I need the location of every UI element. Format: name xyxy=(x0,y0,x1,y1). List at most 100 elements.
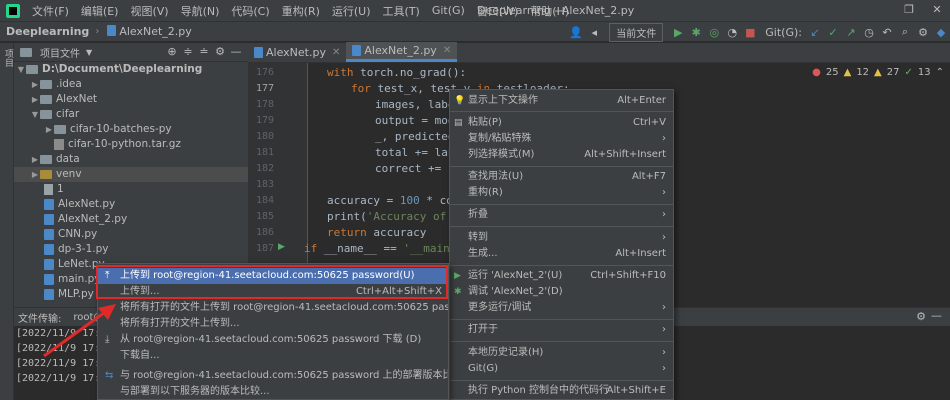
user-icon[interactable]: 👤 xyxy=(567,26,585,39)
menu-run[interactable]: 运行(U) xyxy=(326,3,377,19)
tree-root[interactable]: ▼ D:\Document\Deeplearning xyxy=(14,62,248,77)
chevron-right-icon[interactable]: ▶ xyxy=(44,122,54,137)
tree-item-cnn-py[interactable]: CNN.py xyxy=(14,227,248,242)
tree-item-dp-py[interactable]: dp-3-1.py xyxy=(14,242,248,257)
close-tab-icon[interactable]: ✕ xyxy=(443,45,451,56)
menu-shortcut: Ctrl+V xyxy=(632,117,666,128)
menu-paste[interactable]: ▤ 粘贴(P) Ctrl+V xyxy=(450,115,673,131)
chevron-right-icon[interactable]: ▶ xyxy=(30,77,40,92)
expand-all-icon[interactable]: ≑ xyxy=(180,45,196,58)
menu-folding[interactable]: 折叠 › xyxy=(450,207,673,223)
tree-item-data[interactable]: ▶ data xyxy=(14,152,248,167)
typo-icon: ✓ xyxy=(904,67,913,78)
debug-icon[interactable]: ✱ xyxy=(687,26,705,39)
breadcrumb-project[interactable]: Deeplearning xyxy=(0,25,93,38)
menu-more-run-debug[interactable]: 更多运行/调试 › xyxy=(450,300,673,316)
menu-refactor[interactable]: 重构(R) › xyxy=(450,185,673,201)
tree-item-cifar[interactable]: ▼ cifar xyxy=(14,107,248,122)
python-file-icon xyxy=(44,214,54,225)
menu-file[interactable]: 文件(F) xyxy=(26,3,75,19)
plugin-icon[interactable]: ◆ xyxy=(932,26,950,39)
tree-item-alexnet-py[interactable]: AlexNet.py xyxy=(14,197,248,212)
git-update-icon[interactable]: ↙ xyxy=(806,26,824,39)
menu-git[interactable]: Git(G) › xyxy=(450,361,673,377)
menu-generate[interactable]: 生成... Alt+Insert xyxy=(450,246,673,262)
tab-alexnet[interactable]: AlexNet.py ✕ xyxy=(248,42,346,62)
editor-context-menu: 💡 显示上下文操作 Alt+Enter ▤ 粘贴(P) Ctrl+V 复制/粘贴特殊 › … xyxy=(449,89,674,400)
collapse-all-icon[interactable]: ≐ xyxy=(196,45,212,58)
tab-alexnet-2[interactable]: AlexNet_2.py ✕ xyxy=(346,42,458,62)
git-commit-icon[interactable]: ✓ xyxy=(824,26,842,39)
run-gutter-icon[interactable]: ▶ xyxy=(278,242,285,252)
menu-git[interactable]: Git(G) xyxy=(426,4,471,17)
search-icon[interactable]: ⌕ xyxy=(896,25,914,39)
menu-run[interactable]: ▶ 运行 'AlexNet_2'(U) Ctrl+Shift+F10 xyxy=(450,268,673,284)
close-tab-icon[interactable]: ✕ xyxy=(332,47,340,58)
breadcrumb-file[interactable]: AlexNet_2.py xyxy=(101,25,195,38)
chevron-right-icon[interactable]: ▶ xyxy=(30,152,40,167)
profile-icon[interactable]: ◔ xyxy=(723,26,741,39)
tree-item-label: AlexNet_2.py xyxy=(58,213,128,225)
close-window-icon[interactable]: ✕ xyxy=(930,3,944,17)
menu-tools[interactable]: 工具(T) xyxy=(377,3,426,19)
menu-execute-in-console[interactable]: 执行 Python 控制台中的代码行 Alt+Shift+E xyxy=(450,383,673,399)
history-icon[interactable]: ◷ xyxy=(860,26,878,39)
tree-item-alexnet2-py[interactable]: AlexNet_2.py xyxy=(14,212,248,227)
coverage-icon[interactable]: ◎ xyxy=(705,26,723,39)
menu-copy-paste-special[interactable]: 复制/粘贴特殊 › xyxy=(450,131,673,147)
chevron-up-icon[interactable]: ⌃ xyxy=(936,67,944,78)
menu-column-selection[interactable]: 列选择模式(M) Alt+Shift+Insert xyxy=(450,147,673,163)
chevron-right-icon[interactable]: ▶ xyxy=(30,167,40,182)
menu-local-history[interactable]: 本地历史记录(H) › xyxy=(450,345,673,361)
menu-upload-all-open[interactable]: 将所有打开的文件上传到 root@region-41.seetacloud.co… xyxy=(98,300,448,316)
menu-view[interactable]: 视图(V) xyxy=(124,3,174,19)
menu-separator xyxy=(450,265,673,266)
menu-compare-with-server[interactable]: 与部署到以下服务器的版本比较... xyxy=(98,384,448,399)
project-tool-tab[interactable]: 项目 xyxy=(1,49,13,67)
line-number: 179 xyxy=(255,115,274,126)
gear-icon[interactable]: ⚙ xyxy=(212,45,228,58)
rollback-icon[interactable]: ↶ xyxy=(878,26,896,39)
project-panel-title[interactable]: 项目文件 xyxy=(40,45,80,60)
back-arrow-icon[interactable]: ◂ xyxy=(585,26,603,39)
hide-panel-icon[interactable]: — xyxy=(931,309,942,322)
gear-icon[interactable]: ⚙ xyxy=(916,310,926,323)
chevron-down-icon[interactable]: ▼ xyxy=(16,62,26,77)
menu-edit[interactable]: 编辑(E) xyxy=(75,3,125,19)
menu-find-usages[interactable]: 查找用法(U) Alt+F7 xyxy=(450,169,673,185)
menu-navigate[interactable]: 导航(N) xyxy=(175,3,226,19)
tree-item-1[interactable]: 1 xyxy=(14,182,248,197)
tree-item-cifar-archive[interactable]: cifar-10-python.tar.gz xyxy=(14,137,248,152)
chevron-down-icon[interactable]: ▼ xyxy=(30,107,40,122)
locate-icon[interactable]: ⊕ xyxy=(164,45,180,58)
menu-label: 显示上下文操作 xyxy=(468,95,538,106)
menu-download-from[interactable]: 下载自... xyxy=(98,348,448,364)
tree-item-label: cifar-10-batches-py xyxy=(70,123,172,135)
chevron-right-icon[interactable]: ▶ xyxy=(30,92,40,107)
menu-label: 查找用法(U) xyxy=(468,171,524,182)
menu-label: 执行 Python 控制台中的代码行 xyxy=(468,385,610,396)
menu-open-in[interactable]: 打开于 › xyxy=(450,322,673,338)
tree-item-alexnet-folder[interactable]: ▶ AlexNet xyxy=(14,92,248,107)
settings-icon[interactable]: ⚙ xyxy=(914,26,932,39)
tree-item-venv[interactable]: ▶ venv xyxy=(14,167,248,182)
menu-refactor[interactable]: 重构(R) xyxy=(276,3,326,19)
run-configuration-select[interactable]: 当前文件 xyxy=(609,22,664,42)
git-push-icon[interactable]: ↗ xyxy=(842,26,860,39)
menu-download-from-server[interactable]: ⤓ 从 root@region-41.seetacloud.com:50625 p… xyxy=(98,332,448,348)
tree-item-idea[interactable]: ▶ .idea xyxy=(14,77,248,92)
chevron-down-icon[interactable]: ▼ xyxy=(86,48,92,57)
menu-compare-with-deployed[interactable]: ⇆ 与 root@region-41.seetacloud.com:50625 p… xyxy=(98,368,448,384)
stop-icon[interactable]: ■ xyxy=(741,26,759,39)
tree-item-cifar-batches[interactable]: ▶ cifar-10-batches-py xyxy=(14,122,248,137)
bulb-icon: 💡 xyxy=(454,96,466,106)
restore-window-icon[interactable]: ❐ xyxy=(902,3,916,17)
menu-debug[interactable]: ✱ 调试 'AlexNet_2'(D) xyxy=(450,284,673,300)
hide-icon[interactable]: — xyxy=(228,45,244,58)
menu-goto[interactable]: 转到 › xyxy=(450,230,673,246)
menu-code[interactable]: 代码(C) xyxy=(225,3,275,19)
inspection-widget[interactable]: ● 25 ▲ 12 ▲ 27 ✓ 13 ⌃ xyxy=(812,67,944,78)
menu-show-context-actions[interactable]: 💡 显示上下文操作 Alt+Enter xyxy=(450,93,673,109)
run-icon[interactable]: ▶ xyxy=(669,26,687,39)
menu-upload-all-open-to[interactable]: 将所有打开的文件上传到... xyxy=(98,316,448,332)
